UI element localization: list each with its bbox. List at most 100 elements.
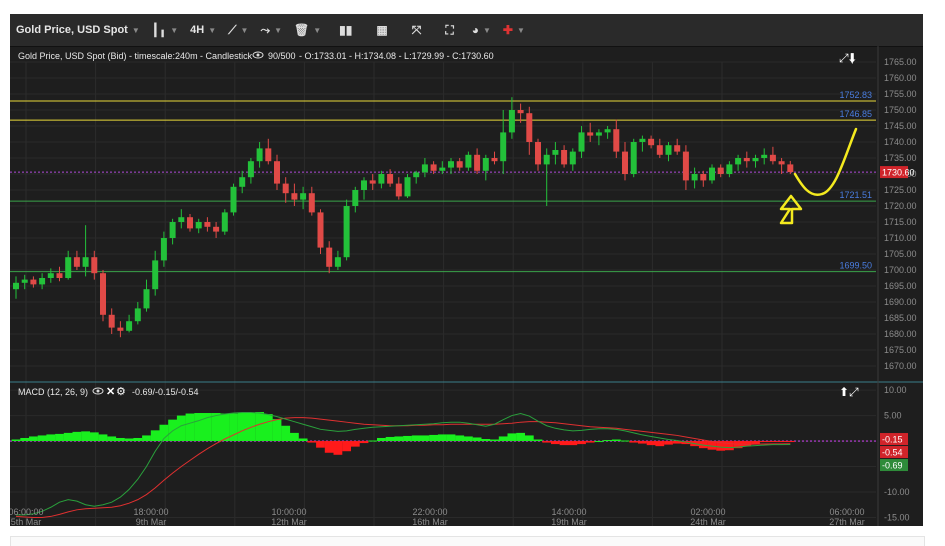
annotation-arrow-icon: [779, 194, 803, 225]
x-tick-time: 22:00:00: [412, 507, 447, 517]
candle-body: [378, 174, 385, 184]
candle-body: [456, 161, 463, 168]
chart-header-title: Gold Price, USD Spot (Bid) - timescale:2…: [18, 51, 253, 61]
language-button[interactable]: ✚ ▼: [497, 14, 531, 46]
candle-body: [769, 154, 776, 162]
chart-header-ohlc: - O:1733.01 - H:1734.08 - L:1729.99 - C:…: [299, 51, 494, 61]
chart-header-counts: 90/500: [268, 51, 296, 61]
price-tick-label: 1760.00: [884, 73, 917, 83]
collapse-arrows-icon[interactable]: ⬆⤢: [839, 385, 859, 399]
price-tick-label: 1715.00: [884, 217, 917, 227]
candle-body: [134, 308, 141, 322]
macd-histogram-bar: [298, 438, 308, 442]
macd-histogram-bar: [603, 440, 612, 442]
candle-body: [230, 186, 237, 213]
macd-panel: [10, 412, 876, 518]
macd-tick-label: 10.00: [884, 385, 907, 395]
candle-body: [787, 164, 794, 173]
candle-body: [465, 154, 472, 168]
macd-histogram-bar: [385, 436, 395, 442]
candle-body: [369, 180, 376, 184]
candle-body: [665, 145, 672, 155]
eye-icon[interactable]: [252, 51, 264, 59]
expand-arrows-icon[interactable]: ⤢⬇: [838, 51, 856, 65]
macd-histogram-bar: [638, 441, 647, 444]
timeframe-selector[interactable]: 4H ▼: [184, 14, 222, 46]
candle-body: [517, 110, 524, 114]
candle-body: [47, 273, 54, 278]
price-tick-label: 1765.00: [884, 57, 917, 67]
x-tick-time: 02:00:00: [690, 507, 725, 517]
candle-body: [717, 167, 724, 174]
chevron-down-icon: ▼: [482, 25, 491, 35]
instrument-selector[interactable]: Gold Price, USD Spot ▼: [10, 14, 146, 46]
line-tool-button[interactable]: ⟋ ▼: [222, 14, 254, 46]
candle-body: [413, 172, 420, 178]
draw-tool-button[interactable]: ⤳ ▼: [254, 14, 288, 46]
trash-button[interactable]: 🗑 ▼: [288, 14, 327, 46]
x-tick-date: 19th Mar: [551, 517, 587, 526]
layout-icon: ▦: [376, 23, 388, 37]
chevron-down-icon: ▼: [131, 25, 140, 35]
candle-body: [648, 138, 655, 146]
price-tick-label: 1685.00: [884, 313, 917, 323]
candle-body: [265, 148, 272, 162]
chevron-down-icon: ▼: [313, 25, 322, 35]
candle-body: [204, 222, 211, 227]
candle-body: [439, 167, 446, 171]
macd-histogram-bar: [481, 439, 491, 442]
indicators-button[interactable]: ▮▮: [327, 14, 364, 46]
palette-button[interactable]: ◕ ▼: [466, 14, 497, 46]
price-tick-label: 1695.00: [884, 281, 917, 291]
macd-histogram-bar: [585, 441, 595, 443]
macd-histogram-bar: [307, 441, 317, 443]
candle-body: [578, 132, 585, 152]
candle-body: [543, 154, 550, 165]
level-label: 1699.50: [839, 261, 872, 271]
price-tick-label: 1740.00: [884, 137, 917, 147]
candle-body: [387, 174, 394, 184]
candle-body: [552, 150, 559, 155]
price-tick-label: 1675.00: [884, 345, 917, 355]
macd-histogram-bar: [37, 435, 47, 442]
candle-body: [613, 129, 620, 152]
x-tick-date: 27th Mar: [829, 517, 865, 526]
x-tick-time: 10:00:00: [271, 507, 306, 517]
macd-histogram-bar: [255, 412, 264, 442]
x-tick-date: 24th Mar: [690, 517, 726, 526]
gear-icon[interactable]: ⚙: [116, 386, 126, 398]
macd-histogram-bar: [524, 435, 534, 442]
expand-button[interactable]: ⛶: [433, 14, 465, 46]
macd-histogram-bar: [333, 441, 343, 455]
layout-button[interactable]: ▦: [364, 14, 399, 46]
annotation-curve: [793, 127, 858, 197]
macd-histogram-bar: [725, 441, 734, 451]
macd-histogram-bar: [533, 439, 543, 442]
candle-body: [474, 154, 481, 171]
candle-body: [630, 142, 637, 174]
macd-histogram-bar: [577, 441, 586, 445]
price-tick-label: 1670.00: [884, 361, 917, 371]
candle-body: [421, 164, 428, 173]
candle-body: [152, 260, 159, 290]
x-tick-time: 06:00:00: [829, 507, 864, 517]
chart-type-button[interactable]: ┃╻ ▼: [146, 14, 184, 46]
price-tick-label: 1745.00: [884, 121, 917, 131]
macd-histogram-bar: [429, 434, 438, 442]
level-label: 1752.83: [839, 90, 872, 100]
macd-histogram-bar: [368, 440, 378, 442]
macd-histogram-bar: [551, 441, 560, 445]
macd-histogram-bar: [620, 440, 630, 442]
candle-body: [160, 238, 167, 261]
macd-histogram-bar: [655, 441, 665, 447]
price-tick-label: 1735.00: [884, 153, 917, 163]
line-tool-icon: ⟋: [228, 22, 237, 37]
macd-histogram-bar: [124, 438, 134, 442]
eye-icon[interactable]: [92, 387, 104, 395]
chevron-down-icon: ▼: [208, 25, 217, 35]
close-icon[interactable]: ✕: [106, 386, 115, 398]
last-price-tag: 1730.60: [882, 168, 915, 178]
macd-histogram-bar: [20, 437, 30, 442]
candle-body: [108, 314, 115, 328]
fullscreen-button[interactable]: ⤧: [400, 14, 434, 46]
